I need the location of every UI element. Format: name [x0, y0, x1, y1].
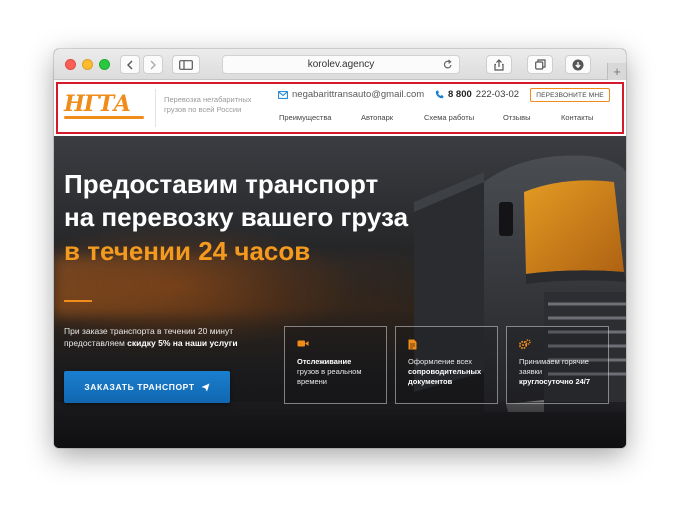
site-logo[interactable]: НГТА	[64, 92, 148, 122]
phone-prefix: 8 800	[448, 89, 472, 100]
forward-button[interactable]	[143, 55, 163, 74]
back-button[interactable]	[120, 55, 140, 74]
feature-documents-text: Оформление всех сопроводительных докумен…	[408, 357, 491, 387]
tabs-icon	[534, 59, 546, 70]
accent-line	[64, 300, 92, 302]
download-icon	[572, 59, 584, 70]
feature-documents-desc: Оформление всех	[408, 357, 473, 366]
feature-documents-bold: сопроводительных документов	[408, 367, 482, 386]
hero-section: Предоставим транспорт на перевозку вашег…	[54, 136, 626, 448]
feature-tracking-desc: грузов в реальном времени	[297, 367, 362, 386]
phone-number: 222-03-02	[475, 89, 520, 100]
plus-icon: +	[613, 64, 621, 79]
feature-documents: Оформление всех сопроводительных докумен…	[395, 326, 498, 404]
hero-title-line2: на перевозку вашего груза	[64, 202, 409, 232]
feature-247-bold: круглосуточно 24/7	[519, 377, 591, 386]
hero-title-line3: в течении 24 часов	[64, 236, 311, 266]
site-tagline: Перевозка негабаритных грузов по всей Ро…	[164, 95, 252, 114]
email-link[interactable]: negabarittransauto@gmail.com	[278, 89, 424, 100]
feature-247-desc: Принимаем горячие заявки	[519, 357, 589, 376]
callback-button[interactable]: ПЕРЕЗВОНИТЕ МНЕ	[530, 88, 610, 102]
road	[54, 402, 626, 448]
reload-icon[interactable]	[443, 59, 453, 70]
logo-text: НГТА	[64, 91, 131, 117]
envelope-icon	[278, 90, 288, 99]
url-text: korolev.agency	[307, 59, 375, 70]
downloads-button[interactable]	[565, 55, 591, 74]
feature-tracking-bold: Отслеживание	[297, 357, 352, 366]
browser-window: korolev.agency + НГТА Перевозка негабари…	[54, 49, 626, 448]
hero-title-line1: Предоставим транспорт	[64, 169, 379, 199]
address-bar[interactable]: korolev.agency	[222, 55, 460, 74]
promo-line2-prefix: предоставляем	[64, 338, 125, 348]
phone-icon	[435, 90, 444, 99]
share-button[interactable]	[486, 55, 512, 74]
nav-advantages[interactable]: Преимущества	[279, 113, 331, 122]
gears-icon	[519, 339, 531, 350]
sidebar-button[interactable]	[172, 55, 200, 74]
document-icon	[408, 339, 417, 350]
promo-discount: скидку 5% на наши услуги	[127, 338, 238, 348]
promo-line2: предоставляем скидку 5% на наши услуги	[64, 337, 238, 349]
chevron-right-icon	[150, 60, 156, 69]
nav-reviews[interactable]: Отзывы	[503, 113, 530, 122]
email-text: negabarittransauto@gmail.com	[292, 89, 425, 100]
new-tab-button[interactable]: +	[607, 63, 626, 80]
tabs-button[interactable]	[527, 55, 553, 74]
share-icon	[494, 58, 504, 71]
logo-underline	[64, 116, 144, 119]
promo-line1: При заказе транспорта в течении 20 минут	[64, 326, 234, 336]
feature-247: Принимаем горячие заявки круглосуточно 2…	[506, 326, 609, 404]
order-button-label: ЗАКАЗАТЬ ТРАНСПОРТ	[84, 382, 195, 392]
nav-workflow[interactable]: Схема работы	[424, 113, 474, 122]
paper-plane-icon	[201, 383, 210, 391]
feature-tracking-text: Отслеживание грузов в реальном времени	[297, 357, 380, 387]
feature-247-text: Принимаем горячие заявки круглосуточно 2…	[519, 357, 602, 387]
minimize-window-button[interactable]	[82, 59, 93, 70]
browser-toolbar: korolev.agency +	[54, 49, 626, 80]
phone-link[interactable]: 8 800 222-03-02	[435, 89, 519, 100]
promo-text: При заказе транспорта в течении 20 минут…	[64, 325, 238, 349]
order-transport-button[interactable]: ЗАКАЗАТЬ ТРАНСПОРТ	[64, 371, 230, 403]
sidebar-icon	[179, 59, 193, 70]
nav-contacts[interactable]: Контакты	[561, 113, 593, 122]
site-header: НГТА Перевозка негабаритных грузов по вс…	[54, 80, 626, 136]
video-camera-icon	[297, 340, 309, 347]
chevron-left-icon	[127, 60, 133, 69]
close-window-button[interactable]	[65, 59, 76, 70]
nav-fleet[interactable]: Автопарк	[361, 113, 393, 122]
feature-tracking: Отслеживание грузов в реальном времени	[284, 326, 387, 404]
zoom-window-button[interactable]	[99, 59, 110, 70]
header-divider	[155, 89, 156, 127]
